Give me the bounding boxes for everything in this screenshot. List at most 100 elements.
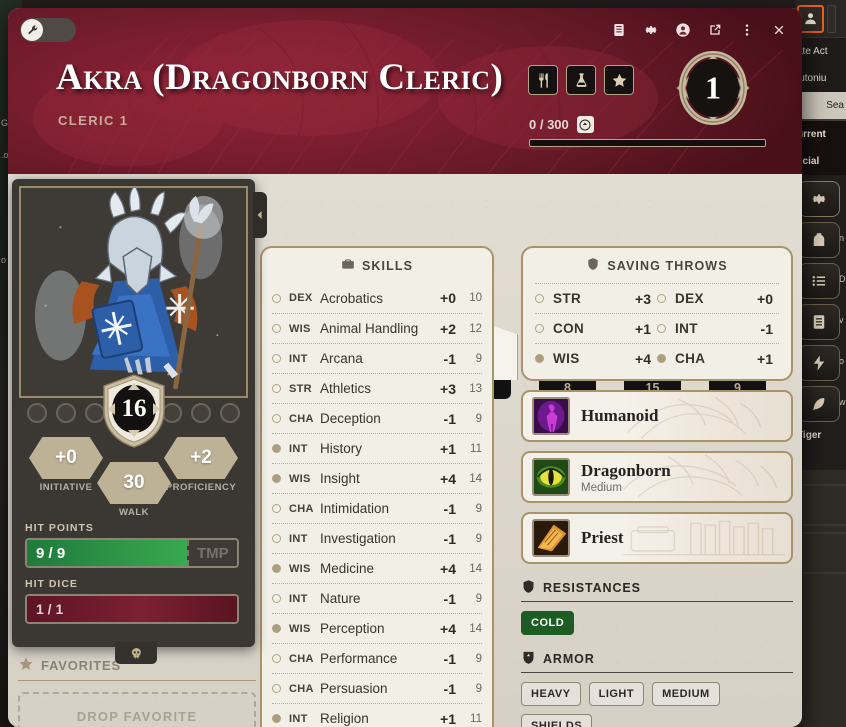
skill-row[interactable]: DEX Acrobatics +0 10	[272, 283, 482, 313]
armor-tag[interactable]: HEAVY	[521, 682, 581, 706]
saving-throw-cha[interactable]: CHA +1	[657, 351, 779, 367]
skill-row[interactable]: INT Arcana -1 9	[272, 343, 482, 373]
kebab-menu-icon[interactable]	[736, 19, 758, 41]
hit-dice-bar[interactable]: 1 / 1	[25, 594, 239, 624]
sidebar-row[interactable]: lutoniu	[795, 65, 846, 92]
skill-proficiency-dot[interactable]	[272, 384, 281, 393]
skill-modifier: -1	[443, 590, 456, 607]
skill-row[interactable]: WIS Insight +4 14	[272, 463, 482, 493]
skill-name: Religion	[320, 711, 369, 726]
trait-card-race[interactable]: Dragonborn Medium	[521, 451, 793, 503]
save-proficiency-dot[interactable]	[535, 324, 544, 333]
proficiency-value[interactable]: +2	[164, 437, 238, 479]
skill-proficiency-dot[interactable]	[272, 414, 281, 423]
character-portrait[interactable]	[19, 186, 248, 398]
skill-row[interactable]: INT Investigation -1 9	[272, 523, 482, 553]
death-save-failures[interactable]	[162, 403, 240, 423]
sidebar-gear-button[interactable]	[798, 181, 840, 217]
armor-tag[interactable]: SHIELDS	[521, 714, 593, 727]
skill-proficiency-dot[interactable]	[272, 534, 281, 543]
temp-hit-points[interactable]: TMP	[186, 540, 237, 566]
save-proficiency-dot[interactable]	[657, 294, 666, 303]
collapse-panel-tab[interactable]	[253, 192, 267, 238]
saving-throw-con[interactable]: CON +1	[535, 321, 657, 337]
armor-tag[interactable]: LIGHT	[588, 682, 645, 706]
star-icon[interactable]	[604, 65, 634, 95]
external-link-icon[interactable]	[704, 19, 726, 41]
hit-points-bar[interactable]: 9 / 9 TMP	[25, 538, 239, 568]
skill-proficiency-dot[interactable]	[272, 654, 281, 663]
resistances-header: RESISTANCES	[521, 579, 793, 602]
skill-row[interactable]: CHA Deception -1 9	[272, 403, 482, 433]
skill-proficiency-dot[interactable]	[272, 564, 281, 573]
save-proficiency-dot[interactable]	[657, 354, 666, 363]
hero-action-buttons	[528, 65, 634, 95]
close-icon[interactable]	[768, 19, 790, 41]
skill-ability: CHA	[289, 682, 314, 695]
skill-name: Athletics	[320, 381, 372, 396]
gear-icon[interactable]	[640, 19, 662, 41]
skull-icon[interactable]	[115, 642, 157, 664]
skill-row[interactable]: WIS Animal Handling +2 12	[272, 313, 482, 343]
save-proficiency-dot[interactable]	[535, 354, 544, 363]
sidebar-row[interactable]: ate Act	[795, 38, 846, 65]
save-proficiency-dot[interactable]	[657, 324, 666, 333]
skill-proficiency-dot[interactable]	[272, 293, 281, 303]
sidebar-backpack-button[interactable]	[798, 222, 840, 258]
skill-row[interactable]: INT Religion +1 11	[272, 703, 482, 727]
armor-header: ARMOR	[521, 650, 793, 673]
person-icon[interactable]	[672, 19, 694, 41]
sidebar-book-button[interactable]	[798, 304, 840, 340]
skill-proficiency-dot[interactable]	[272, 624, 281, 633]
skill-proficiency-dot[interactable]	[272, 444, 281, 453]
tools-toggle[interactable]	[20, 18, 76, 42]
trait-card-creature-type[interactable]: Humanoid	[521, 390, 793, 442]
skill-proficiency-dot[interactable]	[272, 594, 281, 603]
armor-tag[interactable]: MEDIUM	[652, 682, 720, 706]
book-icon[interactable]	[608, 19, 630, 41]
background-fragment: o	[1, 255, 7, 265]
save-proficiency-dot[interactable]	[535, 294, 544, 303]
saving-throw-dex[interactable]: DEX +0	[657, 291, 779, 307]
sidebar-lightning-button[interactable]	[798, 345, 840, 381]
skill-proficiency-dot[interactable]	[272, 714, 281, 723]
favorites-dropzone[interactable]: DROP FAVORITE	[18, 692, 256, 727]
skill-row[interactable]: CHA Performance -1 9	[272, 643, 482, 673]
skill-proficiency-dot[interactable]	[272, 354, 281, 363]
skill-row[interactable]: STR Athletics +3 13	[272, 373, 482, 403]
resistance-tag[interactable]: COLD	[521, 611, 575, 635]
sidebar-search-row[interactable]: Sea	[795, 92, 846, 119]
trait-name: Priest	[581, 528, 624, 547]
skill-row[interactable]: WIS Perception +4 14	[272, 613, 482, 643]
saving-throw-int[interactable]: INT -1	[657, 321, 779, 337]
death-save-circle[interactable]	[220, 403, 240, 423]
skill-row[interactable]: CHA Intimidation -1 9	[272, 493, 482, 523]
skill-passive: 11	[470, 442, 482, 455]
skill-row[interactable]: CHA Persuasion -1 9	[272, 673, 482, 703]
skill-proficiency-dot[interactable]	[272, 324, 281, 333]
trait-card-background[interactable]: Priest	[521, 512, 793, 564]
add-experience-button[interactable]	[576, 116, 594, 133]
initiative-value[interactable]: +0	[29, 437, 103, 479]
sidebar-feather-button[interactable]	[798, 386, 840, 422]
saving-throw-wis[interactable]: WIS +4	[535, 351, 657, 367]
skill-proficiency-dot[interactable]	[272, 684, 281, 693]
skill-row[interactable]: WIS Medicine +4 14	[272, 553, 482, 583]
death-save-circle[interactable]	[191, 403, 211, 423]
sidebar-edge-button[interactable]	[827, 4, 836, 33]
armor-title: ARMOR	[543, 652, 595, 666]
potion-icon[interactable]	[566, 65, 596, 95]
skill-row[interactable]: INT Nature -1 9	[272, 583, 482, 613]
skill-proficiency-dot[interactable]	[272, 474, 281, 483]
skill-row[interactable]: INT History +1 11	[272, 433, 482, 463]
sidebar-list-button[interactable]	[798, 263, 840, 299]
skill-proficiency-dot[interactable]	[272, 504, 281, 513]
death-save-circle[interactable]	[56, 403, 76, 423]
rations-icon[interactable]	[528, 65, 558, 95]
death-save-successes[interactable]	[27, 403, 105, 423]
saving-throw-str[interactable]: STR +3	[535, 291, 657, 307]
skill-passive: 13	[469, 382, 482, 395]
proficiency-label: PROFICIENCY	[165, 482, 237, 493]
death-save-circle[interactable]	[27, 403, 47, 423]
armor-class-badge[interactable]: 16	[100, 373, 168, 449]
